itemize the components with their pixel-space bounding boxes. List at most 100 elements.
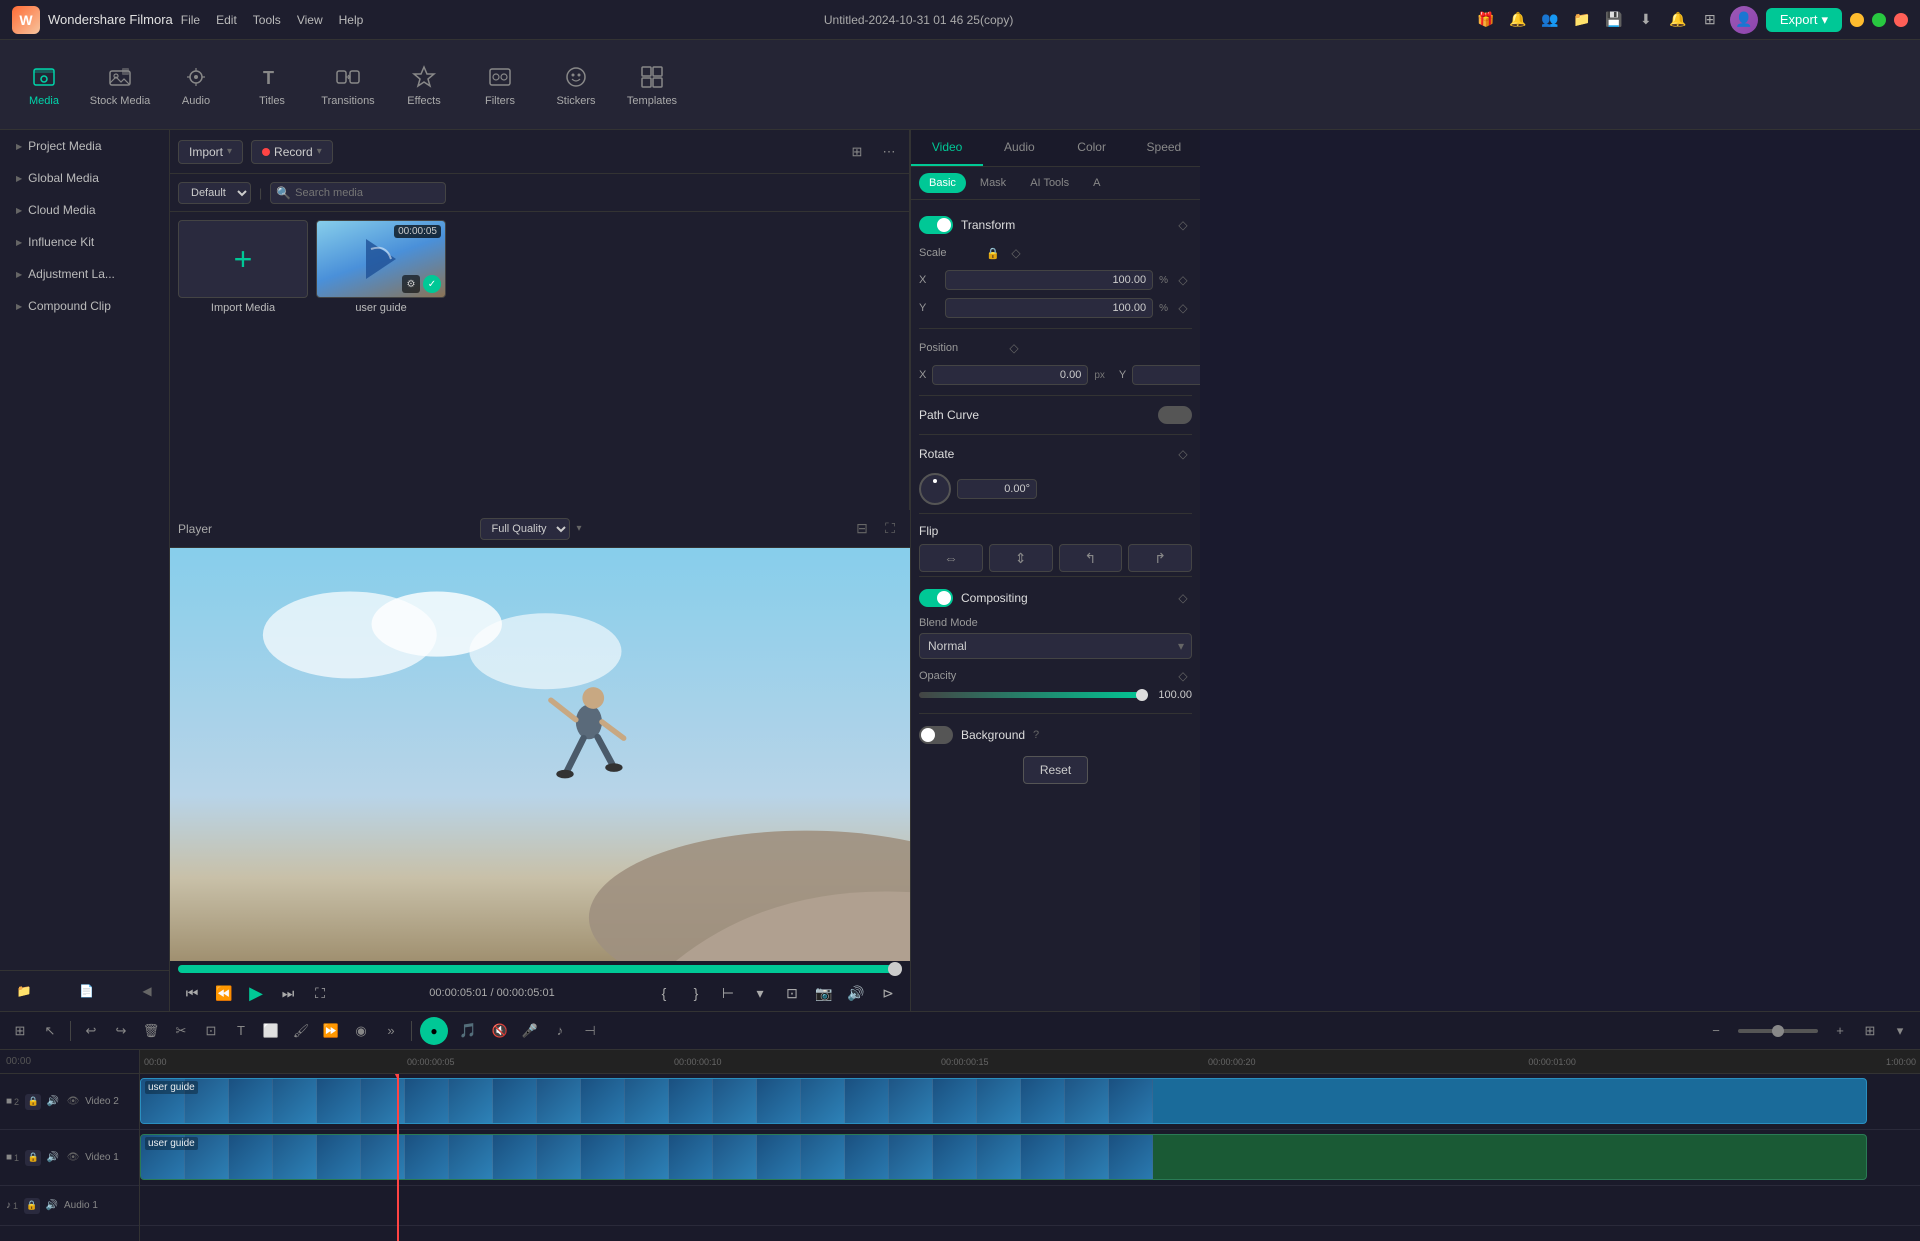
menu-view[interactable]: View (297, 13, 323, 27)
track-v2-eye[interactable]: 👁 (65, 1094, 81, 1110)
position-keyframe-button[interactable]: ◇ (1005, 339, 1023, 357)
compositing-keyframe-button[interactable]: ◇ (1174, 589, 1192, 607)
progress-handle[interactable] (888, 962, 902, 976)
track-v1-eye[interactable]: 👁 (65, 1150, 81, 1166)
download-icon[interactable]: ⬇ (1634, 8, 1658, 32)
tab-audio[interactable]: Audio (983, 130, 1055, 166)
flip-vertical-button[interactable]: ⇕ (989, 544, 1053, 572)
save-icon[interactable]: 💾 (1602, 8, 1626, 32)
fit-button[interactable]: ⊡ (778, 979, 806, 1007)
snap-button[interactable]: ⊞ (8, 1019, 32, 1043)
path-curve-toggle[interactable] (1158, 406, 1192, 424)
lock-track-v2[interactable]: 🔒 (25, 1094, 41, 1110)
default-select[interactable]: Default (178, 182, 251, 204)
skip-forward-button[interactable]: ⏭ (274, 979, 302, 1007)
toolbar-stock-media[interactable]: Stock Media (84, 45, 156, 125)
zoom-in-button[interactable]: + (1828, 1019, 1852, 1043)
position-y-input[interactable] (1132, 365, 1200, 385)
record-timeline-button[interactable]: ● (420, 1017, 448, 1045)
opacity-slider[interactable] (919, 692, 1148, 698)
detach-audio-button[interactable]: ⊣ (578, 1019, 602, 1043)
menu-tools[interactable]: Tools (253, 13, 281, 27)
toolbar-templates[interactable]: Templates (616, 45, 688, 125)
crop-button[interactable]: ⊡ (199, 1019, 223, 1043)
scale-x-input[interactable] (945, 270, 1153, 290)
redo-button[interactable]: ↪ (109, 1019, 133, 1043)
reset-button[interactable]: Reset (1023, 756, 1088, 784)
text-button[interactable]: T (229, 1019, 253, 1043)
progress-bar[interactable] (178, 965, 902, 973)
zoom-slider[interactable] (1738, 1029, 1818, 1033)
sidebar-item-global-media[interactable]: ▶ Global Media (4, 163, 165, 193)
subtab-a[interactable]: A (1083, 173, 1110, 193)
toolbar-titles[interactable]: T Titles (236, 45, 308, 125)
notification-icon[interactable]: 🔔 (1506, 8, 1530, 32)
scale-lock-icon[interactable]: 🔒 (985, 245, 1001, 261)
menu-file[interactable]: File (181, 13, 200, 27)
collapse-sidebar-button[interactable]: ◀ (137, 981, 157, 1001)
rotate-wheel[interactable] (919, 473, 951, 505)
flip-tl-button[interactable]: ↰ (1059, 544, 1123, 572)
expand-preview-icon[interactable]: ⛶ (878, 517, 902, 541)
select-tool-button[interactable]: ↖ (38, 1019, 62, 1043)
sidebar-item-influence-kit[interactable]: ▶ Influence Kit (4, 227, 165, 257)
track-v1-audio[interactable]: 🔊 (45, 1150, 61, 1166)
compositing-toggle[interactable] (919, 589, 953, 607)
step-back-button[interactable]: ⏪ (210, 979, 238, 1007)
opacity-keyframe-button[interactable]: ◇ (1174, 667, 1192, 685)
people-icon[interactable]: 👥 (1538, 8, 1562, 32)
sidebar-item-cloud-media[interactable]: ▶ Cloud Media (4, 195, 165, 225)
import-media-item[interactable]: + Import Media (178, 220, 308, 314)
new-folder-button[interactable]: 📁 (12, 979, 36, 1003)
toolbar-audio[interactable]: Audio (160, 45, 232, 125)
clip-video1[interactable]: user guide (140, 1134, 1867, 1180)
split-view-icon[interactable]: ⊟ (850, 517, 874, 541)
undo-button[interactable]: ↩ (79, 1019, 103, 1043)
grid-layout-button[interactable]: ⊞ (1858, 1019, 1882, 1043)
delete-button[interactable]: 🗑 (139, 1019, 163, 1043)
crop2-button[interactable]: ⬜ (259, 1019, 283, 1043)
mic-button[interactable]: 🎤 (518, 1019, 542, 1043)
paint-button[interactable]: 🖌 (289, 1019, 313, 1043)
export-button[interactable]: Export ▾ (1766, 8, 1842, 32)
sidebar-item-compound-clip[interactable]: ▶ Compound Clip (4, 291, 165, 321)
more-options-button[interactable]: ⋯ (877, 140, 901, 164)
sidebar-item-adjustment-layer[interactable]: ▶ Adjustment La... (4, 259, 165, 289)
zoom-out-button[interactable]: − (1704, 1019, 1728, 1043)
record-button[interactable]: Record ▾ (251, 140, 333, 164)
transform-toggle[interactable] (919, 216, 953, 234)
track-a1-mute[interactable]: 🔊 (44, 1198, 60, 1214)
subtab-mask[interactable]: Mask (970, 173, 1016, 193)
audio-track-button[interactable]: ♪ (548, 1019, 572, 1043)
flip-horizontal-button[interactable]: ⇔ (919, 544, 983, 572)
mute-button[interactable]: 🔇 (488, 1019, 512, 1043)
scale-keyframe-button[interactable]: ◇ (1007, 244, 1025, 262)
settings-button[interactable]: ⊳ (874, 979, 902, 1007)
gift-icon[interactable]: 🎁 (1474, 8, 1498, 32)
user-avatar[interactable]: 👤 (1730, 6, 1758, 34)
scale-y-keyframe[interactable]: ◇ (1174, 299, 1192, 317)
scale-y-input[interactable] (945, 298, 1153, 318)
rotate-input[interactable] (957, 479, 1037, 499)
toolbar-effects[interactable]: Effects (388, 45, 460, 125)
maximize-button[interactable] (1872, 13, 1886, 27)
clip-video2[interactable]: user guide (140, 1078, 1867, 1124)
user-guide-item[interactable]: 00:00:05 ⚙ ✓ user guide (316, 220, 446, 314)
grid-icon[interactable]: ⊞ (1698, 8, 1722, 32)
transform-keyframe-button[interactable]: ◇ (1174, 216, 1192, 234)
close-button[interactable] (1894, 13, 1908, 27)
snapshot-button[interactable]: 📷 (810, 979, 838, 1007)
zoom-handle[interactable] (1772, 1025, 1784, 1037)
menu-edit[interactable]: Edit (216, 13, 237, 27)
mark-button[interactable]: ◉ (349, 1019, 373, 1043)
subtab-ai-tools[interactable]: AI Tools (1020, 173, 1079, 193)
tab-color[interactable]: Color (1056, 130, 1128, 166)
mark-in-button[interactable]: { (650, 979, 678, 1007)
toolbar-transitions[interactable]: Transitions (312, 45, 384, 125)
alert-icon[interactable]: 🔔 (1666, 8, 1690, 32)
more-tl-button[interactable]: » (379, 1019, 403, 1043)
lock-track-v1[interactable]: 🔒 (25, 1150, 41, 1166)
chevron-down-btn[interactable]: ▾ (746, 979, 774, 1007)
tab-speed[interactable]: Speed (1128, 130, 1200, 166)
position-x-input[interactable] (932, 365, 1088, 385)
